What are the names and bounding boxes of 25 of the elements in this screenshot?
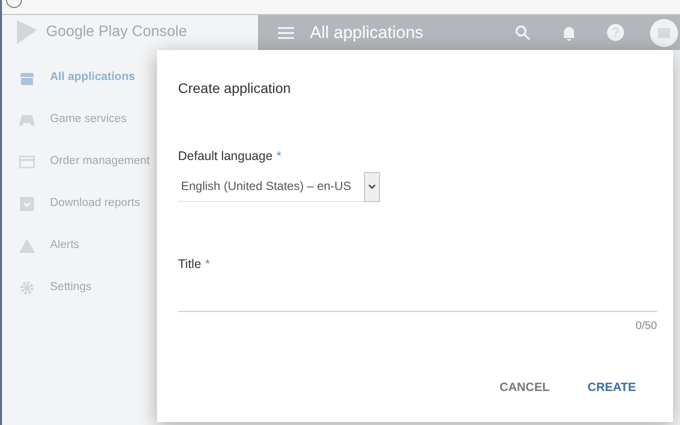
dialog-title: Create application — [178, 79, 291, 98]
bell-icon[interactable] — [561, 24, 577, 40]
menu-icon[interactable] — [278, 26, 294, 38]
avatar-icon[interactable] — [650, 18, 678, 46]
field-label: Title — [178, 256, 202, 273]
gamepad-icon — [19, 112, 35, 128]
search-icon[interactable] — [515, 24, 531, 40]
dropdown-icon[interactable] — [364, 172, 380, 202]
help-icon[interactable] — [607, 24, 624, 41]
required-mark: * — [205, 256, 210, 273]
field-label: Default language — [178, 148, 273, 165]
card-icon — [19, 154, 35, 170]
cancel-button[interactable]: CANCEL — [488, 372, 562, 402]
download-icon — [19, 196, 35, 212]
settings-icon — [19, 280, 35, 296]
required-mark: * — [276, 148, 282, 165]
logo-icon — [16, 20, 38, 44]
warning-icon — [19, 238, 35, 254]
page-title: All applications — [310, 22, 424, 44]
sidebar-item[interactable]: Game services — [2, 99, 258, 141]
brand-name: Google Play Console — [46, 22, 187, 42]
character-counter: 0/50 — [636, 318, 657, 334]
create-button[interactable]: CREATE — [576, 372, 648, 402]
language-select[interactable]: English (United States) – en-US — [178, 172, 380, 202]
store-icon — [19, 70, 35, 86]
